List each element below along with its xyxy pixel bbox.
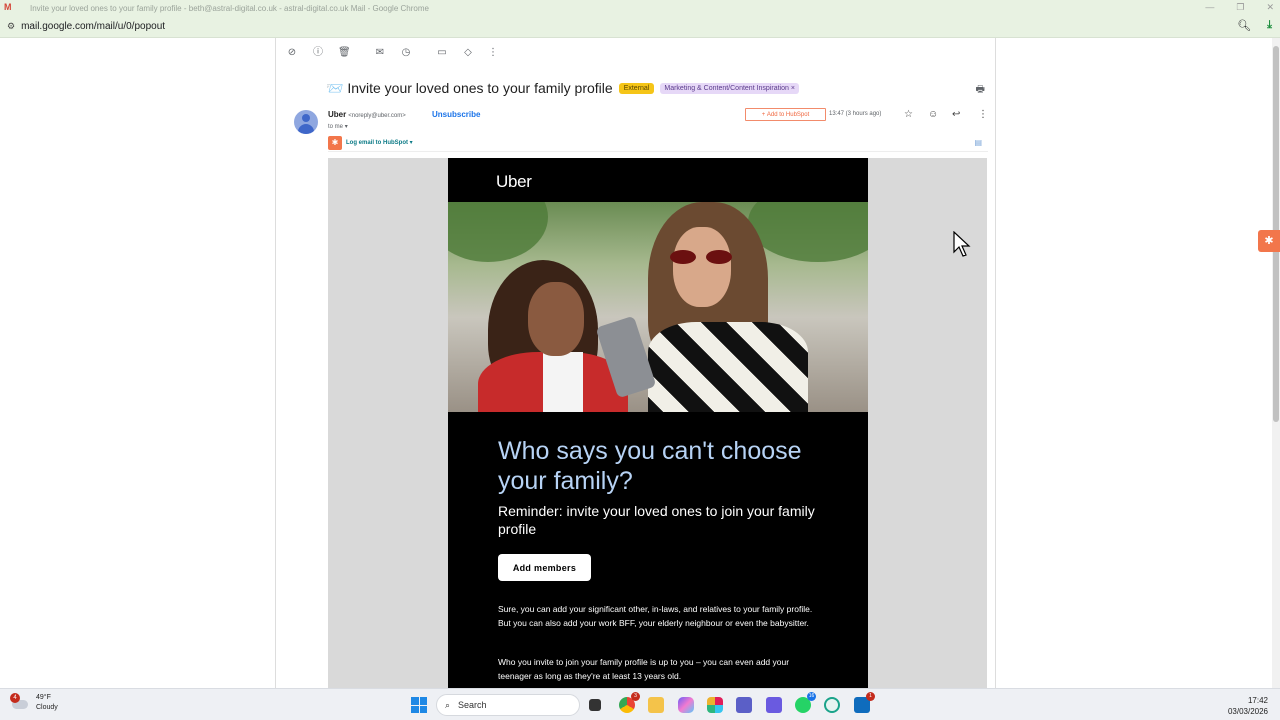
log-to-hubspot-label: Log email to HubSpot [346, 140, 408, 146]
subject-text: Invite your loved ones to your family pr… [347, 80, 613, 96]
file-explorer-icon[interactable] [648, 697, 664, 713]
person-sweater [648, 322, 808, 412]
subject-row: 📨 Invite your loved ones to your family … [326, 80, 799, 97]
hero-image [448, 202, 868, 412]
body-paragraph: Sure, you can add your significant other… [498, 604, 813, 628]
close-icon[interactable]: ✕ [1266, 2, 1274, 13]
external-tag: External [618, 83, 655, 94]
snooze-icon[interactable]: ◷ [400, 47, 412, 59]
hubspot-icon: ✱ [328, 136, 342, 150]
sender-line: Uber <noreply@uber.com> [328, 110, 406, 119]
taskbar-search[interactable]: ⌕ Search [436, 694, 580, 716]
minimize-icon[interactable]: — [1205, 2, 1214, 13]
uber-logo: Uber [496, 172, 532, 191]
add-to-hubspot-button[interactable]: + Add to HubSpot [745, 108, 826, 121]
mouse-cursor-icon [953, 231, 971, 257]
label-tag[interactable]: Marketing & Content/Content Inspiration … [660, 83, 799, 94]
subject-emoji: 📨 [326, 80, 344, 96]
hubspot-side-icon[interactable]: ▤ [974, 138, 982, 147]
move-to-icon[interactable]: ▭ [436, 47, 448, 59]
hubspot-bar: ✱ Log email to HubSpot ▾ ▤ [328, 136, 988, 152]
chevron-down-icon: ▾ [344, 124, 348, 130]
zoom-icon[interactable]: 🔍︎ [1237, 19, 1251, 32]
remove-label-icon[interactable]: × [791, 85, 795, 92]
weather-condition: Cloudy [36, 704, 58, 711]
mark-unread-icon[interactable]: ✉ [374, 47, 386, 59]
url-text[interactable]: mail.google.com/mail/u/0/popout [21, 21, 165, 32]
sender-name: Uber [328, 110, 347, 119]
outlook-badge: 1 [866, 692, 875, 701]
teams-icon[interactable] [736, 697, 752, 713]
avatar [294, 110, 318, 134]
log-to-hubspot-link[interactable]: Log email to HubSpot ▾ [346, 139, 413, 146]
email-body: Uber Who says you can't choose your fami… [328, 158, 987, 688]
person-face [528, 282, 584, 356]
sender-email: <noreply@uber.com> [348, 113, 406, 119]
window-title: Invite your loved ones to your family pr… [30, 3, 429, 13]
search-placeholder: Search [458, 700, 487, 710]
cloud-icon: 4 [10, 693, 30, 710]
weather-badge: 4 [10, 693, 20, 703]
search-icon: ⌕ [445, 699, 451, 710]
reply-icon[interactable]: ↩ [952, 109, 960, 120]
add-to-hubspot-label: Add to HubSpot [766, 111, 810, 118]
headline: Who says you can't choose your family? [498, 437, 802, 495]
sunglasses [670, 250, 732, 264]
copilot-icon[interactable] [678, 697, 694, 713]
windows-start-icon[interactable] [411, 697, 427, 713]
print-icon[interactable]: 🖶 [976, 82, 985, 99]
person-face [673, 227, 731, 307]
slack-icon[interactable] [707, 697, 723, 713]
download-icon[interactable]: ⤓ [1267, 19, 1272, 32]
chrome-icon[interactable]: 3 [619, 692, 640, 713]
address-bar[interactable]: ⚙ mail.google.com/mail/u/0/popout 🔍︎ ⤓ [0, 16, 1280, 38]
app-icon[interactable] [766, 697, 782, 713]
restore-icon[interactable]: ❐ [1236, 2, 1244, 13]
email-toolbar: ⊘ ⓘ 🗑︎ ✉ ◷ ▭ ◇ ⋮ [276, 38, 995, 68]
more-options-icon[interactable]: ⋮ [487, 47, 499, 59]
window-title-bar: Invite your loved ones to your family pr… [0, 0, 1280, 16]
app-icon[interactable] [824, 697, 840, 713]
add-members-button[interactable]: Add members [498, 554, 591, 581]
hubspot-sidebar-icon[interactable]: ✱ [1258, 230, 1280, 252]
email-view: ⊘ ⓘ 🗑︎ ✉ ◷ ▭ ◇ ⋮ 📨 Invite your loved one… [275, 38, 996, 688]
report-spam-icon[interactable]: ⓘ [312, 47, 324, 59]
terminal-icon[interactable] [589, 699, 601, 711]
email-card: Uber Who says you can't choose your fami… [448, 158, 868, 688]
unsubscribe-link[interactable]: Unsubscribe [432, 110, 480, 119]
recipient-dropdown[interactable]: to me ▾ [328, 123, 348, 130]
emoji-react-icon[interactable]: ☺ [928, 109, 938, 120]
chrome-badge: 3 [631, 692, 640, 701]
clock-date: 03/03/2026 [1227, 707, 1268, 716]
body-paragraph: Who you invite to join your family profi… [498, 657, 790, 681]
person-tee [543, 352, 583, 412]
more-icon[interactable]: ⋮ [978, 109, 988, 120]
tree-shape [748, 202, 868, 262]
tree-shape [448, 202, 548, 262]
subheadline: Reminder: invite your loved ones to join… [498, 503, 815, 537]
system-clock[interactable]: 17:42 03/03/2026 [1228, 695, 1268, 717]
scrollbar[interactable] [1272, 38, 1280, 688]
whatsapp-icon[interactable]: 16 [795, 692, 816, 713]
temperature: 49°F [36, 694, 51, 701]
clock-time: 17:42 [1247, 696, 1268, 705]
star-icon[interactable]: ☆ [904, 109, 913, 120]
site-info-icon[interactable]: ⚙ [7, 21, 15, 32]
weather-widget[interactable]: 4 49°F Cloudy [10, 693, 58, 713]
email-subject: 📨 Invite your loved ones to your family … [326, 80, 613, 97]
label-icon[interactable]: ◇ [462, 47, 474, 59]
hide-icon[interactable]: ⊘ [286, 47, 298, 59]
email-time: 13:47 (3 hours ago) [829, 111, 882, 117]
label-tag-text: Marketing & Content/Content Inspiration [664, 85, 789, 92]
gmail-icon [4, 2, 14, 12]
taskbar: 4 49°F Cloudy ⌕ Search 3 16 1 17:42 03/0… [0, 688, 1280, 720]
to-me-text: to me [328, 124, 344, 130]
whatsapp-badge: 16 [807, 692, 816, 701]
outlook-icon[interactable]: 1 [854, 692, 875, 713]
delete-icon[interactable]: 🗑︎ [338, 47, 351, 59]
